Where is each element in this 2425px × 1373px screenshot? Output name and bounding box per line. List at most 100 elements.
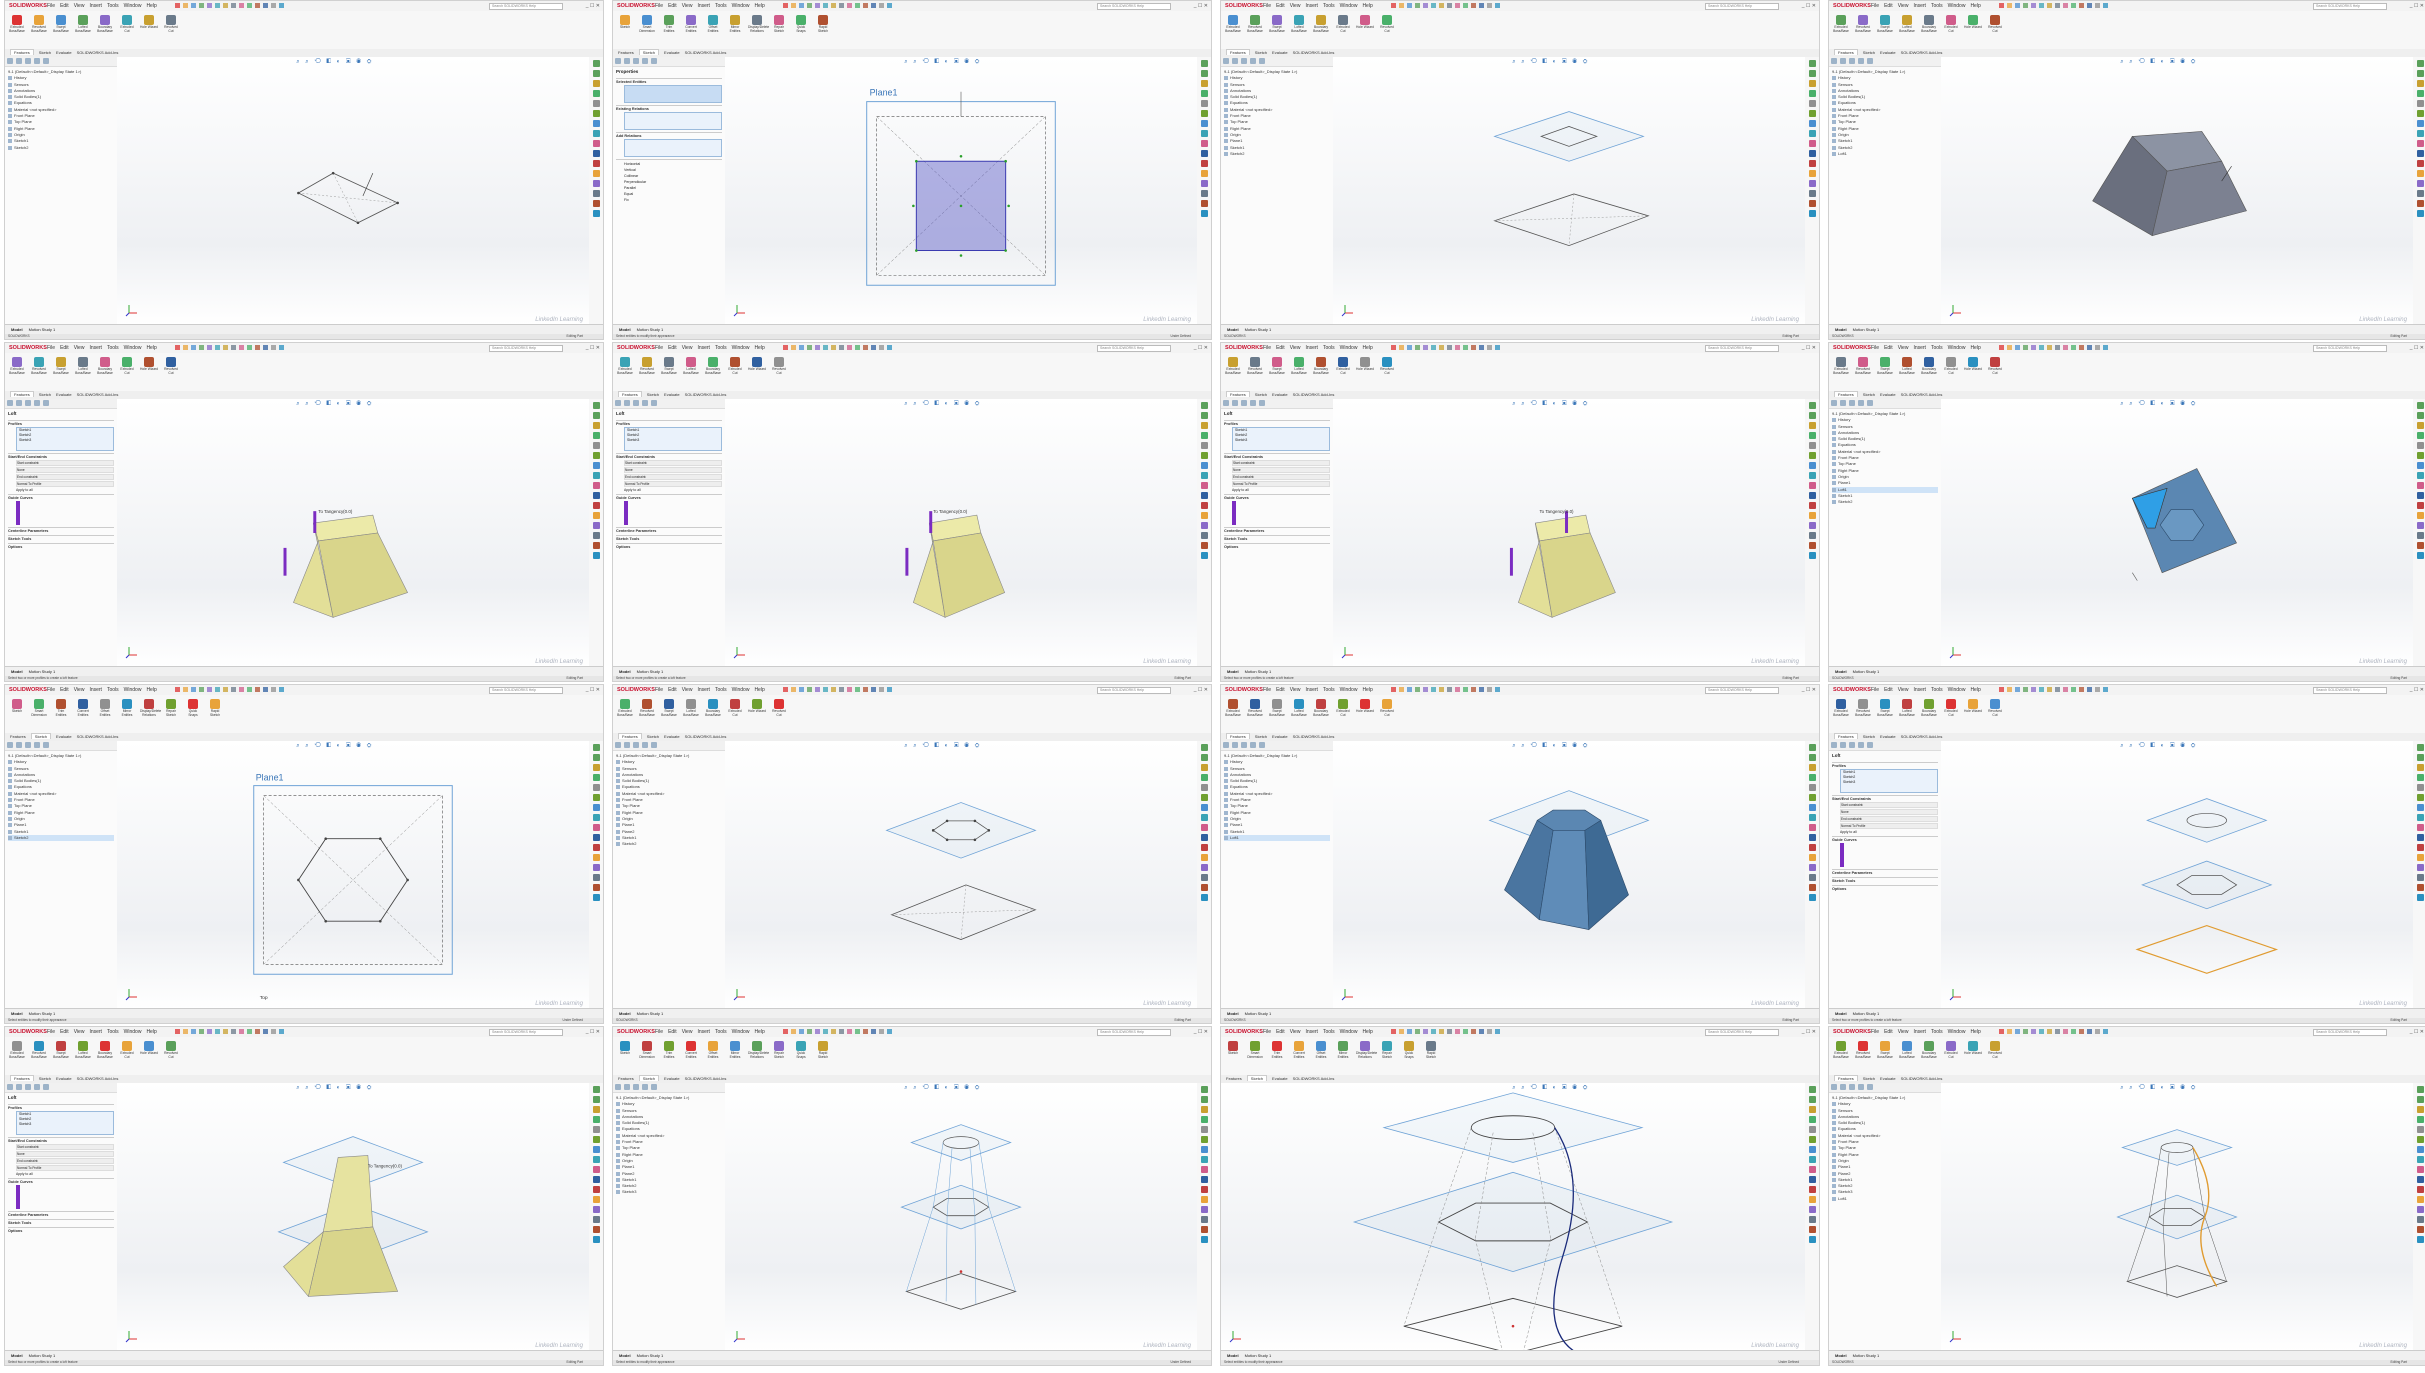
- task-pane-icon[interactable]: [1808, 834, 1816, 841]
- panel-tab-icon[interactable]: [7, 58, 13, 64]
- search-input[interactable]: Search SOLIDWORKS Help: [489, 687, 563, 694]
- task-pane-icon[interactable]: [592, 1146, 600, 1153]
- scene-icon[interactable]: [279, 1029, 284, 1034]
- pm-section-header[interactable]: Options: [8, 1229, 114, 1233]
- task-pane-icon[interactable]: [1200, 1136, 1208, 1143]
- menu-item[interactable]: Tools: [715, 687, 727, 693]
- panel-tab-icon[interactable]: [624, 58, 630, 64]
- zoom-area-icon[interactable]: [855, 3, 860, 8]
- zoom-fit-icon[interactable]: [239, 687, 244, 692]
- view-orientation-icon[interactable]: [1471, 1029, 1476, 1034]
- window-controls[interactable]: _ ☐ ✕: [2410, 1, 2424, 11]
- tab-evaluate[interactable]: Evaluate: [1880, 734, 1896, 739]
- task-pane-icon[interactable]: [592, 834, 600, 841]
- task-pane-icon[interactable]: [592, 472, 600, 479]
- tab-features[interactable]: Features: [10, 734, 26, 739]
- undo-icon[interactable]: [815, 687, 820, 692]
- ribbon-button[interactable]: Convert Entities: [1290, 1040, 1308, 1059]
- panel-tab-icon[interactable]: [642, 400, 648, 406]
- menu-item[interactable]: View: [682, 687, 693, 693]
- tab-model[interactable]: Model: [1227, 1353, 1239, 1358]
- task-pane-icon[interactable]: [2416, 794, 2424, 801]
- guide-curves-list[interactable]: [16, 1185, 20, 1209]
- pm-section-header[interactable]: Start/End Constraints: [8, 1139, 114, 1143]
- task-pane-icon[interactable]: [2416, 864, 2424, 871]
- open-icon[interactable]: [791, 3, 796, 8]
- task-pane-icon[interactable]: [2416, 854, 2424, 861]
- selection-box[interactable]: [624, 139, 722, 157]
- tab-evaluate[interactable]: Evaluate: [1272, 50, 1288, 55]
- menu-item[interactable]: View: [1290, 687, 1301, 693]
- undo-icon[interactable]: [2031, 3, 2036, 8]
- panel-tab-icon[interactable]: [1241, 400, 1247, 406]
- task-pane-icon[interactable]: [1808, 462, 1816, 469]
- redo-icon[interactable]: [1431, 1029, 1436, 1034]
- heads-up-toolbar[interactable]: ⌕ ⌕ ⟲ ◧ ◐ ▣ ◉ ⛭: [1512, 743, 1589, 750]
- tab-features[interactable]: Features: [10, 49, 34, 55]
- menu-item[interactable]: Help: [1970, 3, 1980, 9]
- ribbon-button[interactable]: Lofted Boss/Base: [74, 1040, 92, 1059]
- ribbon-button[interactable]: Convert Entities: [682, 1040, 700, 1059]
- tab-sketch[interactable]: Sketch: [1863, 734, 1875, 739]
- ribbon-button[interactable]: Swept Boss/Base: [52, 14, 70, 33]
- search-input[interactable]: Search SOLIDWORKS Help: [1097, 1029, 1171, 1036]
- task-pane-icon[interactable]: [2416, 180, 2424, 187]
- menu-item[interactable]: Edit: [668, 3, 677, 9]
- task-pane-icon[interactable]: [2416, 140, 2424, 147]
- task-pane-icon[interactable]: [2416, 1106, 2424, 1113]
- ribbon-button[interactable]: Revolved Boss/Base: [1854, 1040, 1872, 1059]
- ribbon-button[interactable]: Boundary Boss/Base: [1920, 698, 1938, 717]
- zoom-fit-icon[interactable]: [847, 687, 852, 692]
- task-pane-icon[interactable]: [592, 1186, 600, 1193]
- pm-section-header[interactable]: Start/End Constraints: [8, 455, 114, 459]
- panel-tab-icon[interactable]: [1232, 742, 1238, 748]
- tab-solidworks-add-ins[interactable]: SOLIDWORKS Add-Ins: [1901, 734, 1943, 739]
- view-orientation-icon[interactable]: [255, 3, 260, 8]
- ribbon-button[interactable]: Extruded Cut: [118, 356, 136, 375]
- panel-tab-icon[interactable]: [25, 58, 31, 64]
- scene-icon[interactable]: [1495, 687, 1500, 692]
- task-pane-icon[interactable]: [1200, 794, 1208, 801]
- model-view[interactable]: Plane1Top: [117, 741, 589, 1009]
- rebuild-icon[interactable]: [1439, 1029, 1444, 1034]
- undo-icon[interactable]: [815, 1029, 820, 1034]
- tab-sketch[interactable]: Sketch: [39, 392, 51, 397]
- display-style-icon[interactable]: [2087, 3, 2092, 8]
- ribbon-button[interactable]: Sketch: [616, 14, 634, 32]
- task-pane-icon[interactable]: [1808, 150, 1816, 157]
- menu-item[interactable]: Tools: [1931, 687, 1943, 693]
- task-pane-icon[interactable]: [1200, 140, 1208, 147]
- menu-item[interactable]: View: [682, 3, 693, 9]
- task-pane-icon[interactable]: [1200, 1206, 1208, 1213]
- task-pane-icon[interactable]: [1808, 60, 1816, 67]
- ribbon-button[interactable]: Smart Dimension: [1246, 1040, 1264, 1059]
- task-pane-icon[interactable]: [1200, 1236, 1208, 1243]
- task-pane-icon[interactable]: [2416, 1086, 2424, 1093]
- tab-features[interactable]: Features: [1834, 733, 1858, 739]
- display-style-icon[interactable]: [263, 3, 268, 8]
- heads-up-toolbar[interactable]: ⌕ ⌕ ⟲ ◧ ◐ ▣ ◉ ⛭: [2120, 743, 2197, 750]
- task-pane-icon[interactable]: [1808, 1156, 1816, 1163]
- task-pane-icon[interactable]: [592, 210, 600, 217]
- task-pane-icon[interactable]: [2416, 100, 2424, 107]
- menu-item[interactable]: Help: [1362, 1029, 1372, 1035]
- profile-item[interactable]: Sketch3: [1233, 438, 1329, 443]
- panel-tab-icon[interactable]: [16, 1084, 22, 1090]
- task-pane-icon[interactable]: [1200, 874, 1208, 881]
- menu-item[interactable]: Help: [754, 1029, 764, 1035]
- rebuild-icon[interactable]: [1439, 345, 1444, 350]
- undo-icon[interactable]: [1423, 687, 1428, 692]
- panel-tab-icon[interactable]: [34, 742, 40, 748]
- ribbon-button[interactable]: Offset Entities: [704, 14, 722, 33]
- menu-item[interactable]: View: [682, 1029, 693, 1035]
- task-pane-icon[interactable]: [1808, 1136, 1816, 1143]
- tab-sketch[interactable]: Sketch: [39, 50, 51, 55]
- tab-evaluate[interactable]: Evaluate: [664, 1076, 680, 1081]
- task-pane-icon[interactable]: [2416, 70, 2424, 77]
- tab-model[interactable]: Model: [1227, 327, 1239, 332]
- task-pane-icon[interactable]: [2416, 1156, 2424, 1163]
- ribbon-button[interactable]: Repair Sketch: [162, 698, 180, 717]
- tab-model[interactable]: Model: [619, 327, 631, 332]
- graphics-area[interactable]: [1333, 741, 1805, 1009]
- task-pane-icon[interactable]: [1200, 472, 1208, 479]
